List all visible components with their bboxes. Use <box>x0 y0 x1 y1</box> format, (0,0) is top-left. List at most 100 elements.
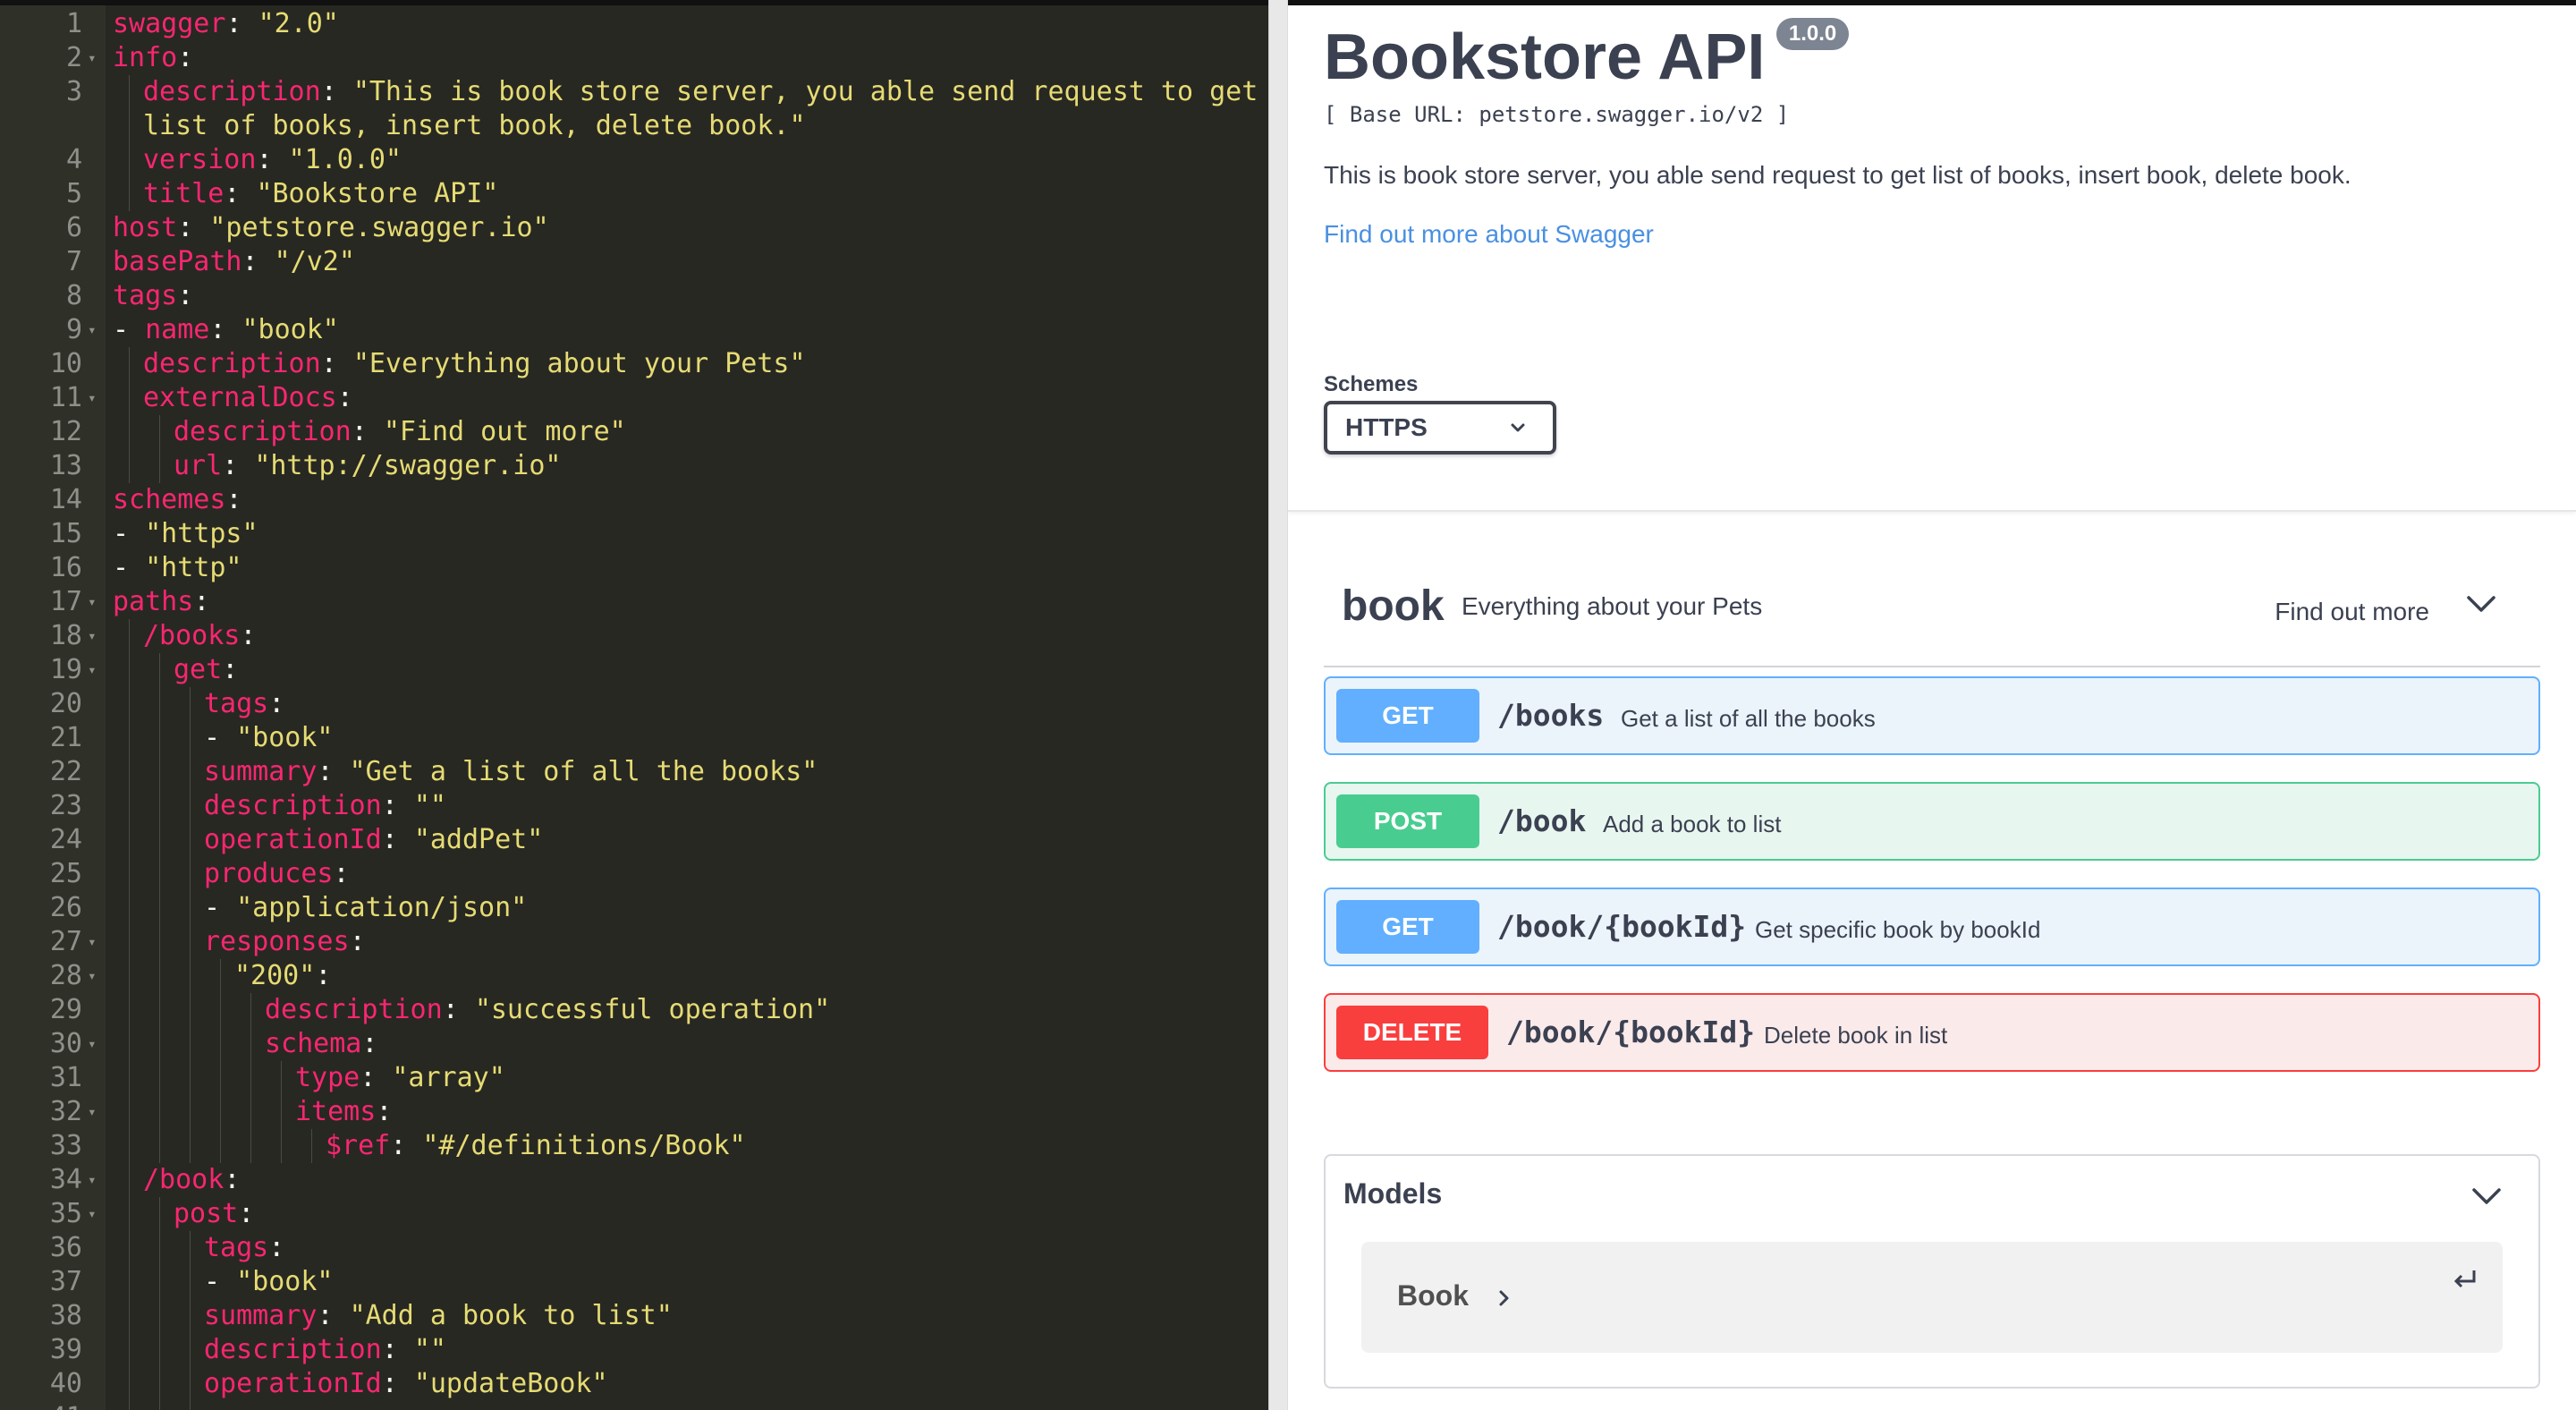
code-line[interactable]: 34 ▾ /book: <box>0 1163 1268 1197</box>
code-line[interactable]: 13 url: "http://swagger.io" <box>0 449 1268 483</box>
yaml-punct: - <box>113 552 146 583</box>
model-book[interactable]: Book <box>1361 1242 2503 1353</box>
fold-toggle-icon[interactable]: ▾ <box>88 41 97 75</box>
line-number: 30 <box>49 1028 82 1059</box>
line-number: 3 <box>65 76 82 107</box>
code-line[interactable]: 8 tags: <box>0 279 1268 313</box>
base-url: [ Base URL: petstore.swagger.io/v2 ] <box>1324 102 1790 127</box>
fold-toggle-icon[interactable]: ▾ <box>88 925 97 959</box>
code-line[interactable]: 27 ▾ responses: <box>0 925 1268 959</box>
tag-find-out-more-link[interactable]: Find out more <box>2275 598 2429 626</box>
code-line[interactable]: 16- "http" <box>0 551 1268 585</box>
yaml-punct: - <box>204 1266 237 1297</box>
models-title[interactable]: Models <box>1343 1177 1442 1210</box>
code-line[interactable]: 3 description: "This is book store server… <box>0 75 1268 143</box>
code-line[interactable]: 23 description: "" <box>0 789 1268 823</box>
code-line[interactable]: 20 tags: <box>0 687 1268 721</box>
line-number: 31 <box>49 1062 82 1093</box>
line-number: 23 <box>49 790 82 821</box>
line-number: 8 <box>65 280 82 311</box>
chevron-down-icon <box>1511 423 1525 432</box>
code-line[interactable]: 11 ▾ externalDocs: <box>0 381 1268 415</box>
code-line[interactable]: 32 ▾ items: <box>0 1095 1268 1129</box>
code-lines[interactable]: 1 swagger: "2.0" 2 ▾ info: 3 description: "Thi… <box>0 7 1268 1410</box>
yaml-editor[interactable]: 1 swagger: "2.0" 2 ▾ info: 3 description: "Thi… <box>0 0 1268 1410</box>
line-number: 5 <box>65 178 82 209</box>
operation-post-book[interactable]: POST /book Add a book to list <box>1324 782 2540 861</box>
code-line[interactable]: 9 ▾ - name: "book" <box>0 313 1268 347</box>
fold-toggle-icon[interactable]: ▾ <box>88 585 97 619</box>
yaml-key: info <box>113 42 178 73</box>
code-text: operationId: "updateBook" <box>113 1367 1261 1401</box>
pane-splitter[interactable] <box>1268 0 1288 1410</box>
external-docs-link[interactable]: Find out more about Swagger <box>1324 220 2540 249</box>
code-line[interactable]: 4 version: "1.0.0" <box>0 143 1268 177</box>
code-line[interactable]: 5 title: "Bookstore API" <box>0 177 1268 211</box>
code-line[interactable]: 19 ▾ get: <box>0 653 1268 687</box>
code-line[interactable]: 6 host: "petstore.swagger.io" <box>0 211 1268 245</box>
code-text: /book: <box>113 1163 1261 1197</box>
code-line[interactable]: 10 description: "Everything about your Pe… <box>0 347 1268 381</box>
code-line[interactable]: 29 description: "successful operation" <box>0 993 1268 1027</box>
code-line[interactable]: 41 consumes: <box>0 1401 1268 1410</box>
fold-toggle-icon[interactable]: ▾ <box>88 381 97 415</box>
code-line[interactable]: 26 - "application/json" <box>0 891 1268 925</box>
code-line[interactable]: 39 description: "" <box>0 1333 1268 1367</box>
yaml-punct: : <box>381 1334 414 1365</box>
code-line[interactable]: 1 swagger: "2.0" <box>0 7 1268 41</box>
schemes-select[interactable]: HTTPS <box>1324 401 1556 454</box>
fold-toggle-icon[interactable]: ▾ <box>88 619 97 653</box>
line-number: 32 <box>49 1096 82 1127</box>
api-description: This is book store server, you able send… <box>1324 161 2351 189</box>
fold-toggle-icon[interactable]: ▾ <box>88 1197 97 1231</box>
chevron-down-icon[interactable] <box>2469 1177 2504 1213</box>
code-text: post: <box>113 1197 1261 1231</box>
code-line[interactable]: 21 - "book" <box>0 721 1268 755</box>
code-line[interactable]: 25 produces: <box>0 857 1268 891</box>
chevron-down-icon[interactable] <box>2463 587 2499 623</box>
code-line[interactable]: 14 schemes: <box>0 483 1268 517</box>
code-line[interactable]: 2 ▾ info: <box>0 41 1268 75</box>
code-line[interactable]: 12 description: "Find out more" <box>0 415 1268 449</box>
line-number: 29 <box>49 994 82 1025</box>
code-line[interactable]: 30 ▾ schema: <box>0 1027 1268 1061</box>
fold-toggle-icon[interactable]: ▾ <box>88 653 97 687</box>
code-line[interactable]: 37 - "book" <box>0 1265 1268 1299</box>
chevron-right-icon[interactable] <box>1496 1285 1513 1312</box>
yaml-string: "Get a list of all the books" <box>349 756 818 787</box>
code-line[interactable]: 17 ▾ paths: <box>0 585 1268 619</box>
yaml-string: "https" <box>145 518 258 549</box>
code-text: description: "" <box>113 1333 1261 1367</box>
operation-get-book-by-id[interactable]: GET /book/{bookId} Get specific book by … <box>1324 888 2540 966</box>
code-line[interactable]: 7 basePath: "/v2" <box>0 245 1268 279</box>
code-text: description: "successful operation" <box>113 993 1261 1027</box>
code-line[interactable]: 40 operationId: "updateBook" <box>0 1367 1268 1401</box>
fold-toggle-icon[interactable]: ▾ <box>88 313 97 347</box>
yaml-punct: : <box>317 756 350 787</box>
code-line[interactable]: 24 operationId: "addPet" <box>0 823 1268 857</box>
app-window: 1 swagger: "2.0" 2 ▾ info: 3 description: "Thi… <box>0 0 2576 1410</box>
model-name: Book <box>1397 1279 1469 1312</box>
fold-toggle-icon[interactable]: ▾ <box>88 959 97 993</box>
operation-get-books[interactable]: GET /books Get a list of all the books <box>1324 676 2540 755</box>
code-line[interactable]: 36 tags: <box>0 1231 1268 1265</box>
code-line[interactable]: 15- "https" <box>0 517 1268 551</box>
code-line[interactable]: 31 type: "array" <box>0 1061 1268 1095</box>
code-text: - "book" <box>113 1265 1261 1299</box>
code-line[interactable]: 22 summary: "Get a list of all the books" <box>0 755 1268 789</box>
yaml-punct: : <box>193 586 210 617</box>
yaml-string: "1.0.0" <box>288 144 402 175</box>
tag-header[interactable]: book Everything about your Pets Find out… <box>1324 560 2540 667</box>
code-line[interactable]: 35 ▾ post: <box>0 1197 1268 1231</box>
fold-toggle-icon[interactable]: ▾ <box>88 1095 97 1129</box>
line-number: 33 <box>49 1130 82 1161</box>
return-arrow-icon[interactable] <box>2447 1261 2483 1297</box>
yaml-string: "2.0" <box>258 8 339 39</box>
code-line[interactable]: 33 $ref: "#/definitions/Book" <box>0 1129 1268 1163</box>
fold-toggle-icon[interactable]: ▾ <box>88 1163 97 1197</box>
code-line[interactable]: 28 ▾ "200": <box>0 959 1268 993</box>
code-line[interactable]: 38 summary: "Add a book to list" <box>0 1299 1268 1333</box>
fold-toggle-icon[interactable]: ▾ <box>88 1027 97 1061</box>
operation-delete-book[interactable]: DELETE /book/{bookId} Delete book in lis… <box>1324 993 2540 1072</box>
code-line[interactable]: 18 ▾ /books: <box>0 619 1268 653</box>
